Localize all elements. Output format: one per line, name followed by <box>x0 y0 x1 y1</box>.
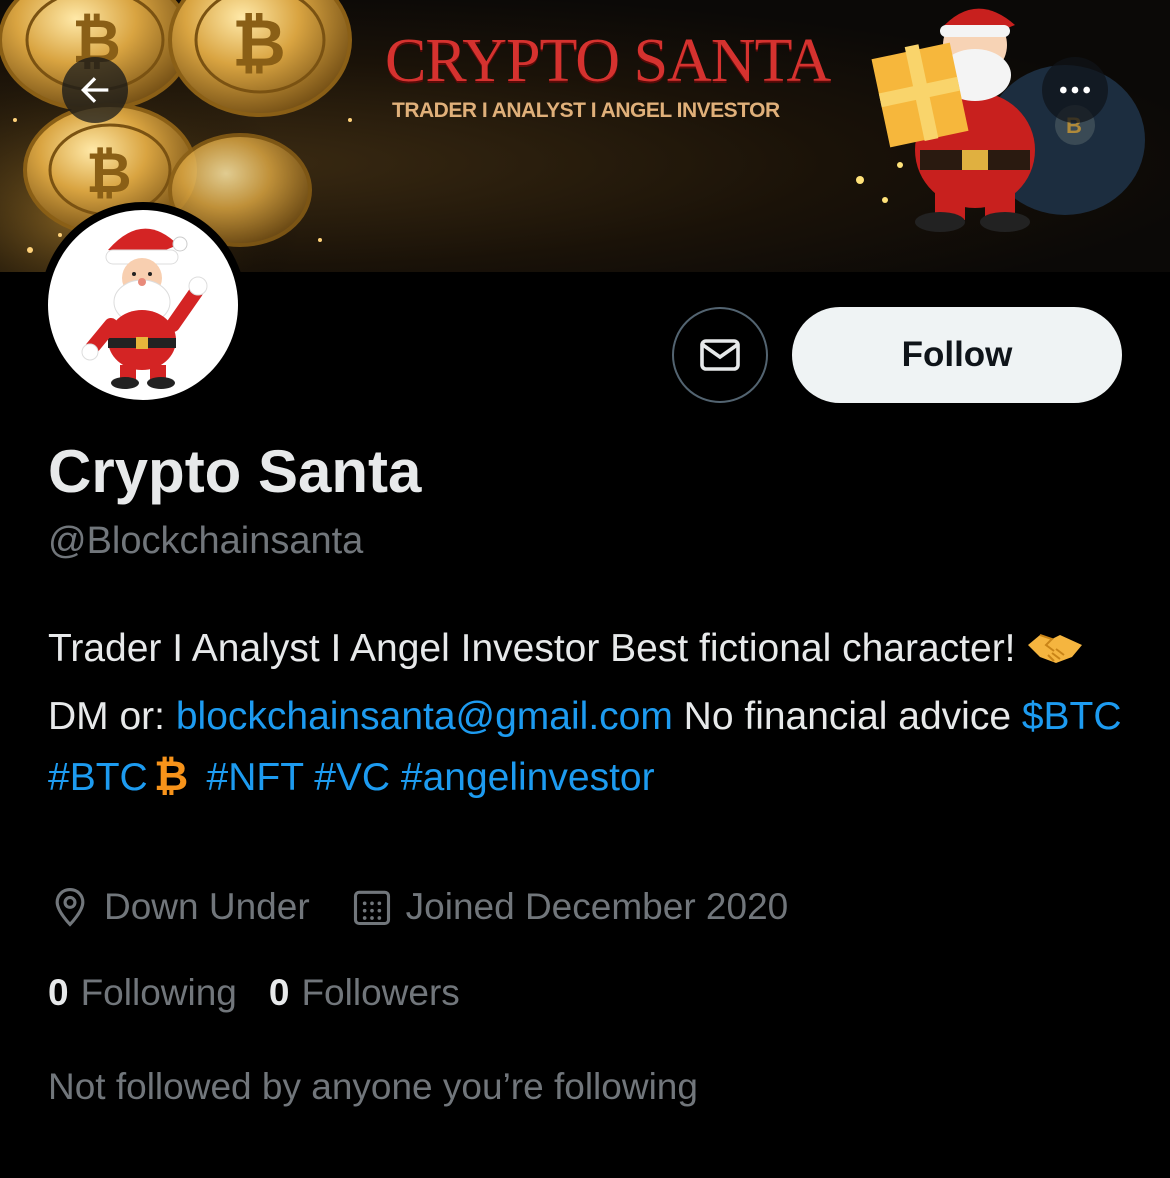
back-button[interactable] <box>62 57 128 123</box>
calendar-icon <box>353 890 390 926</box>
joined-item: Joined December 2020 <box>350 885 789 929</box>
follow-button[interactable]: Follow <box>792 307 1122 403</box>
bio-text: DM or: <box>48 694 176 738</box>
bitcoin-icon: ₿ <box>148 752 196 815</box>
bio-email-link[interactable]: blockchainsanta@gmail.com <box>176 695 673 738</box>
following-label: Following <box>80 972 237 1013</box>
followers-label: Followers <box>301 972 460 1013</box>
banner-title: CRYPTO SANTA <box>385 27 831 95</box>
following-link[interactable]: 0 Following <box>48 972 237 1014</box>
cashtag-btc-link[interactable]: $BTC <box>1022 695 1122 738</box>
profile-bio: Trader I Analyst I Angel Investor Best f… <box>48 618 1138 815</box>
followers-link[interactable]: 0 Followers <box>269 972 460 1014</box>
joined-date-text: Joined December 2020 <box>405 886 789 927</box>
hashtag-btc-link[interactable]: #BTC <box>48 756 148 799</box>
hashtag-nft-link[interactable]: #NFT <box>207 756 304 799</box>
follow-stats: 0 Following 0 Followers <box>48 972 460 1014</box>
more-options-button[interactable] <box>1042 57 1108 123</box>
mutual-followers-note: Not followed by anyone you’re following <box>48 1066 698 1107</box>
bio-text: Trader I Analyst I Angel Investor Best f… <box>48 627 1027 670</box>
location-item: Down Under <box>48 885 310 929</box>
santa-with-gift-illustration: B <box>856 8 1145 232</box>
location-text: Down Under <box>104 886 310 927</box>
display-name: Crypto Santa <box>48 438 422 505</box>
svg-text:₿: ₿ <box>86 141 132 204</box>
hashtag-vc-link[interactable]: #VC <box>314 756 390 799</box>
profile-avatar[interactable] <box>40 202 246 408</box>
profile-meta: Down Under Joined December 2020 <box>48 885 788 929</box>
hashtag-angelinvestor-link[interactable]: #angelinvestor <box>401 756 655 799</box>
followers-count: 0 <box>268 972 290 1013</box>
arrow-left-icon <box>81 77 109 103</box>
svg-text:₿: ₿ <box>154 752 188 796</box>
following-count: 0 <box>48 972 69 1013</box>
banner-subtitle: TRADER I ANALYST I ANGEL INVESTOR <box>392 99 780 122</box>
svg-text:₿: ₿ <box>232 6 286 80</box>
message-button[interactable] <box>672 307 768 403</box>
santa-avatar-illustration <box>81 228 208 389</box>
user-handle: @Blockchainsanta <box>48 520 364 562</box>
location-pin-icon <box>55 888 85 927</box>
avatar-image <box>48 210 238 400</box>
handshake-emoji-icon <box>1026 624 1084 686</box>
more-horizontal-icon <box>1060 86 1090 94</box>
envelope-icon <box>700 339 740 371</box>
bio-text: No financial advice <box>672 694 1022 738</box>
